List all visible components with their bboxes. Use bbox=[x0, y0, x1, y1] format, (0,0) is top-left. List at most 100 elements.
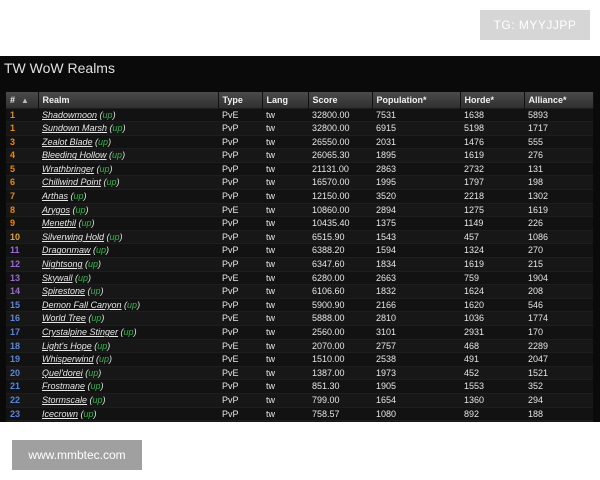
realm-name-link[interactable]: Demon Fall Canyon bbox=[42, 300, 122, 310]
lang-cell: tw bbox=[262, 297, 308, 312]
realm-cell: Light's Hope (up) bbox=[38, 338, 218, 353]
realm-name-link[interactable]: Icecrown bbox=[42, 409, 78, 419]
realm-status-badge: up bbox=[78, 272, 89, 283]
realm-name-link[interactable]: Frostmane bbox=[42, 381, 85, 391]
status-close-paren: ) bbox=[98, 259, 102, 270]
realm-status-badge: up bbox=[88, 367, 99, 378]
realm-name-link[interactable]: Crystalpine Stinger bbox=[42, 327, 118, 337]
type-cell: PvP bbox=[218, 175, 262, 190]
realm-name-link[interactable]: World Tree bbox=[42, 313, 86, 323]
column-header-lang[interactable]: Lang bbox=[262, 92, 309, 108]
rank-cell: 3 bbox=[6, 134, 38, 149]
table-row: 21 Frostmane (up) PvP tw 851.30 1905 1553 352 bbox=[6, 379, 593, 394]
realm-name-link[interactable]: Shadowmoon bbox=[42, 110, 97, 120]
realm-name-link[interactable]: Light's Hope bbox=[42, 341, 92, 351]
population-cell: 2894 bbox=[372, 202, 460, 217]
population-cell: 3101 bbox=[372, 325, 460, 340]
score-cell: 5888.00 bbox=[308, 311, 372, 326]
status-close-paren: ) bbox=[101, 313, 105, 324]
alliance-cell: 208 bbox=[524, 284, 593, 299]
alliance-cell: 555 bbox=[524, 134, 593, 149]
type-cell: PvP bbox=[218, 216, 262, 231]
realm-name-link[interactable]: Nightsong bbox=[42, 259, 83, 269]
lang-cell: tw bbox=[262, 406, 308, 421]
realm-name-link[interactable]: Quel'dorei bbox=[42, 368, 83, 378]
realm-name-link[interactable]: Arthas bbox=[42, 191, 68, 201]
status-close-paren: ) bbox=[85, 204, 89, 215]
realm-status-badge: up bbox=[90, 381, 101, 392]
population-cell: 2810 bbox=[372, 311, 460, 326]
realm-status-badge: up bbox=[96, 245, 107, 256]
lang-cell: tw bbox=[262, 189, 308, 204]
rank-cell: 18 bbox=[6, 338, 38, 353]
horde-cell: 1638 bbox=[460, 107, 524, 122]
realm-status-badge: up bbox=[127, 299, 138, 310]
realm-name-link[interactable]: Spirestone bbox=[42, 286, 85, 296]
table-row: 23 Icecrown (up) PvP tw 758.57 1080 892 188 bbox=[6, 406, 593, 421]
realm-name-link[interactable]: Chillwind Point bbox=[42, 177, 101, 187]
horde-cell: 759 bbox=[460, 270, 524, 285]
realm-name-link[interactable]: Arygos bbox=[42, 205, 70, 215]
realm-name-link[interactable]: Stormscale bbox=[42, 395, 87, 405]
realm-name-link[interactable]: Whisperwind bbox=[42, 354, 94, 364]
realm-cell: Crystalpine Stinger (up) bbox=[38, 325, 218, 340]
score-cell: 851.30 bbox=[308, 379, 372, 394]
alliance-cell: 2047 bbox=[524, 352, 593, 367]
score-cell: 16570.00 bbox=[308, 175, 372, 190]
realm-name-link[interactable]: Zealot Blade bbox=[42, 137, 93, 147]
population-cell: 1832 bbox=[372, 284, 460, 299]
table-row: 6 Chillwind Point (up) PvP tw 16570.00 1995 17… bbox=[6, 175, 593, 190]
column-header-rank[interactable]: # ▲ bbox=[6, 92, 39, 108]
table-row: 1 Sundown Marsh (up) PvP tw 32800.00 6915 5198… bbox=[6, 121, 593, 136]
column-header-score[interactable]: Score bbox=[308, 92, 373, 108]
column-header-horde[interactable]: Horde* bbox=[460, 92, 525, 108]
realm-cell: Dragonmaw (up) bbox=[38, 243, 218, 258]
horde-cell: 2218 bbox=[460, 189, 524, 204]
realm-name-link[interactable]: Silverwing Hold bbox=[42, 232, 104, 242]
population-cell: 1375 bbox=[372, 216, 460, 231]
table-row: 4 Bleeding Hollow (up) PvP tw 26065.30 1895 16… bbox=[6, 148, 593, 163]
type-cell: PvP bbox=[218, 257, 262, 272]
realm-status-badge: up bbox=[99, 354, 110, 365]
rank-cell: 14 bbox=[6, 284, 38, 299]
realm-cell: Arthas (up) bbox=[38, 189, 218, 204]
rank-cell: 8 bbox=[6, 202, 38, 217]
alliance-cell: 352 bbox=[524, 379, 593, 394]
status-close-paren: ) bbox=[122, 150, 126, 161]
realm-cell: Chillwind Point (up) bbox=[38, 175, 218, 190]
horde-cell: 1036 bbox=[460, 311, 524, 326]
realm-name-link[interactable]: Sundown Marsh bbox=[42, 123, 107, 133]
population-cell: 1866 bbox=[372, 420, 460, 422]
table-row: 16 World Tree (up) PvE tw 5888.00 2810 1036 177… bbox=[6, 311, 593, 326]
realm-status-badge: up bbox=[91, 313, 102, 324]
table-row: 12 Nightsong (up) PvP tw 6347.60 1834 1619 215 bbox=[6, 257, 593, 272]
status-close-paren: ) bbox=[122, 123, 126, 134]
column-header-alliance[interactable]: Alliance* bbox=[524, 92, 594, 108]
realm-name-link[interactable]: Bleeding Hollow bbox=[42, 150, 107, 160]
type-cell: PvE bbox=[218, 107, 262, 122]
column-header-realm[interactable]: Realm bbox=[38, 92, 219, 108]
table-row: 3 Zealot Blade (up) PvP tw 26550.00 2031 1476 5… bbox=[6, 134, 593, 149]
alliance-cell: 276 bbox=[524, 148, 593, 163]
realms-table: # ▲ Realm Type Lang Score Population* Hor… bbox=[6, 92, 594, 422]
column-header-population[interactable]: Population* bbox=[372, 92, 461, 108]
realm-status-badge: up bbox=[90, 286, 101, 297]
lang-cell: tw bbox=[262, 216, 308, 231]
realm-name-link[interactable]: Wrathbringer bbox=[42, 164, 94, 174]
rank-cell: 17 bbox=[6, 325, 38, 340]
column-header-type[interactable]: Type bbox=[218, 92, 263, 108]
score-cell: 2070.00 bbox=[308, 338, 372, 353]
alliance-cell: 5893 bbox=[524, 107, 593, 122]
population-cell: 1543 bbox=[372, 229, 460, 244]
sort-ascending-icon[interactable]: ▲ bbox=[21, 96, 29, 105]
type-cell: PvP bbox=[218, 161, 262, 176]
realm-cell: Stormscale (up) bbox=[38, 392, 218, 408]
realm-name-link[interactable]: Dragonmaw bbox=[42, 245, 91, 255]
lang-cell: tw bbox=[262, 392, 308, 408]
population-cell: 1973 bbox=[372, 365, 460, 380]
population-cell: 2863 bbox=[372, 161, 460, 176]
type-cell: PvP bbox=[218, 284, 262, 299]
realm-name-link[interactable]: Menethil bbox=[42, 218, 76, 228]
realm-name-link[interactable]: Skywall bbox=[42, 273, 73, 283]
status-close-paren: ) bbox=[109, 163, 113, 174]
